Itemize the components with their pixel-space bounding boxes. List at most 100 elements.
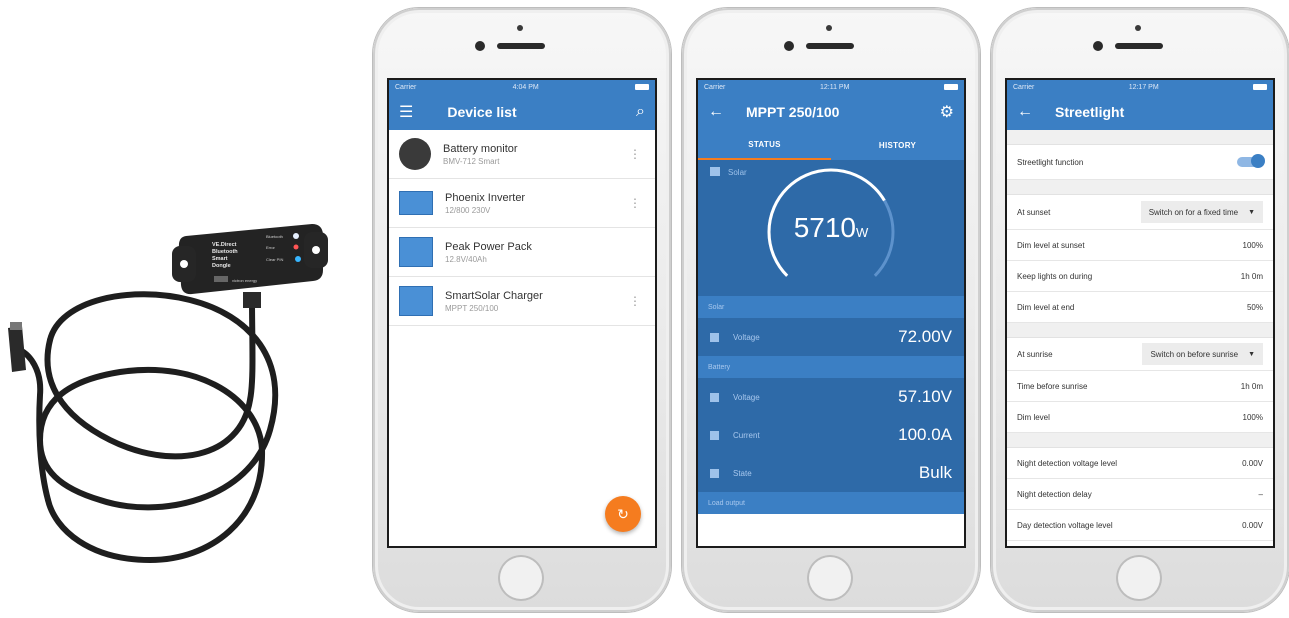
dim-level-row[interactable]: Dim level 100% [1007, 402, 1273, 433]
keep-lights-on-row[interactable]: Keep lights on during 1h 0m [1007, 261, 1273, 292]
gear-icon[interactable]: ⚙ [940, 102, 954, 122]
search-icon[interactable]: ⌕ [636, 103, 645, 121]
solar-charger-thumbnail [399, 286, 433, 316]
bluetooth-dongle-image: VE.Direct Bluetooth Smart Dongle Bluetoo… [8, 224, 328, 564]
row-label: At sunrise [1017, 349, 1053, 359]
row-label: Night detection delay [1017, 489, 1092, 499]
at-sunset-select[interactable]: Switch on for a fixed time ▼ [1140, 201, 1263, 223]
battery-monitor-thumbnail [399, 138, 431, 170]
phone-device-list: Carrier 4:04 PM ☰ Device list ⌕ Battery … [373, 8, 671, 612]
dongle-label-line: Bluetooth [212, 249, 238, 255]
phone-mppt-status: Carrier 12:11 PM ← MPPT 250/100 ⚙ STATUS… [682, 8, 980, 612]
row-label: Keep lights on during [1017, 271, 1093, 281]
row-label: Night detection voltage level [1017, 458, 1118, 468]
tab-status[interactable]: STATUS [698, 130, 831, 160]
row-label: Time before sunrise [1017, 381, 1088, 391]
clock: 12:11 PM [819, 83, 850, 91]
row-label: Voltage [733, 332, 760, 342]
voltage-icon [710, 392, 719, 402]
row-value: 0.00V [1242, 520, 1263, 530]
carrier-label: Carrier [1013, 83, 1035, 91]
front-camera [784, 41, 794, 51]
row-value: 1h 0m [1240, 271, 1263, 281]
battery-current-row: Current 100.0A [698, 416, 964, 454]
dongle-brand: victron energy [232, 278, 257, 283]
app-bar: ☰ Device list ⌕ [389, 94, 655, 130]
device-name: SmartSolar Charger [445, 289, 543, 302]
night-detection-delay-row[interactable]: Night detection delay – [1007, 479, 1273, 510]
row-label: At sunset [1017, 207, 1051, 217]
carrier-label: Carrier [704, 83, 726, 91]
at-sunset-row: At sunset Switch on for a fixed time ▼ [1007, 195, 1273, 230]
day-detection-voltage-row[interactable]: Day detection voltage level 0.00V [1007, 510, 1273, 541]
battery-icon [635, 84, 649, 90]
select-value: Switch on for a fixed time [1148, 207, 1239, 217]
row-value: 100% [1242, 240, 1263, 250]
screen: Carrier 12:17 PM ← Streetlight Streetlig… [1007, 80, 1273, 546]
at-sunrise-select[interactable]: Switch on before sunrise ▼ [1142, 343, 1263, 365]
clock: 4:04 PM [512, 83, 539, 91]
row-value: Bulk [918, 463, 952, 482]
row-label: Dim level at end [1017, 302, 1075, 312]
dropdown-arrow-icon: ▼ [1248, 208, 1255, 216]
device-model: 12/800 230V [445, 205, 491, 215]
solar-power-panel: Solar 5710W [698, 160, 964, 296]
proximity-sensor [517, 25, 523, 31]
refresh-button[interactable]: ↻ [605, 496, 641, 532]
device-item-smartsolar-charger[interactable]: SmartSolar Charger MPPT 250/100 ⋮ [389, 277, 655, 326]
row-value: – [1258, 489, 1263, 499]
carrier-label: Carrier [395, 83, 417, 91]
dongle-led-label: Clear PIN [266, 257, 283, 262]
device-name: Battery monitor [443, 142, 518, 155]
back-arrow-icon[interactable]: ← [1017, 103, 1033, 121]
current-icon [710, 430, 719, 440]
row-value: 100.0A [898, 425, 952, 444]
tab-history[interactable]: HISTORY [831, 130, 964, 160]
row-value: 1h 0m [1240, 381, 1263, 391]
status-bar: Carrier 4:04 PM [389, 80, 655, 94]
streetlight-function-toggle[interactable] [1237, 154, 1265, 168]
inverter-thumbnail [399, 191, 433, 215]
row-label: State [733, 468, 752, 478]
voltage-icon [710, 332, 719, 342]
night-detection-voltage-row[interactable]: Night detection voltage level 0.00V [1007, 448, 1273, 479]
dongle-label-line: Smart [212, 256, 228, 262]
battery-voltage-row: Voltage 57.10V [698, 378, 964, 416]
dropdown-arrow-icon: ▼ [1248, 350, 1255, 358]
screen: Carrier 12:11 PM ← MPPT 250/100 ⚙ STATUS… [698, 80, 964, 546]
row-label: Current [733, 430, 760, 440]
streetlight-function-row: Streetlight function [1007, 145, 1273, 180]
more-options-icon[interactable]: ⋮ [629, 196, 641, 210]
more-options-icon[interactable]: ⋮ [629, 294, 641, 308]
device-item-peak-power-pack[interactable]: Peak Power Pack 12.8V/40Ah [389, 228, 655, 277]
at-sunrise-row: At sunrise Switch on before sunrise ▼ [1007, 338, 1273, 371]
dim-level-at-sunset-row[interactable]: Dim level at sunset 100% [1007, 230, 1273, 261]
tab-bar: STATUS HISTORY [698, 130, 964, 160]
back-arrow-icon[interactable]: ← [708, 103, 724, 121]
home-button[interactable] [1116, 555, 1162, 601]
more-options-icon[interactable]: ⋮ [629, 147, 641, 161]
clear-pin-led [295, 256, 301, 262]
dongle-led-label: Error [266, 245, 276, 250]
menu-icon[interactable]: ☰ [399, 102, 413, 122]
bluetooth-led [293, 233, 299, 239]
home-button[interactable] [498, 555, 544, 601]
power-pack-thumbnail [399, 237, 433, 267]
device-model: MPPT 250/100 [445, 303, 499, 313]
section-header-solar: Solar [698, 296, 964, 318]
power-value: 5710 [793, 212, 856, 243]
page-title: Device list [447, 104, 517, 120]
device-item-phoenix-inverter[interactable]: Phoenix Inverter 12/800 230V ⋮ [389, 179, 655, 228]
section-header-battery: Battery [698, 356, 964, 378]
dongle-label-line: VE.Direct [212, 242, 237, 248]
screen: Carrier 4:04 PM ☰ Device list ⌕ Battery … [389, 80, 655, 546]
device-item-battery-monitor[interactable]: Battery monitor BMV-712 Smart ⋮ [389, 130, 655, 179]
row-label: Streetlight function [1017, 157, 1084, 167]
app-bar: ← MPPT 250/100 ⚙ [698, 94, 964, 130]
dim-level-at-end-row[interactable]: Dim level at end 50% [1007, 292, 1273, 323]
time-before-sunrise-row[interactable]: Time before sunrise 1h 0m [1007, 371, 1273, 402]
home-button[interactable] [807, 555, 853, 601]
solar-voltage-row: Voltage 72.00V [698, 318, 964, 356]
select-value: Switch on before sunrise [1150, 349, 1239, 359]
group-divider [1007, 130, 1273, 145]
